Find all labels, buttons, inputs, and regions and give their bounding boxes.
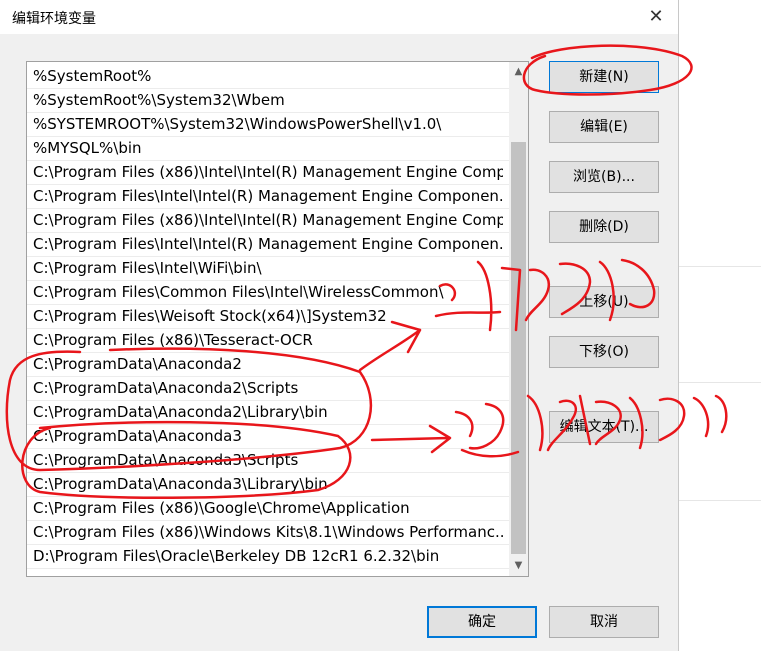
move-up-button[interactable]: 上移(U) [549, 286, 659, 318]
path-listbox[interactable]: %SystemRoot% %SystemRoot%\System32\Wbem %S… [26, 61, 529, 577]
list-item[interactable]: C:\ProgramData\Anaconda3 [33, 424, 503, 448]
list-item[interactable]: C:\ProgramData\Anaconda2\Scripts [33, 376, 503, 400]
background-strip [679, 0, 761, 651]
scroll-down-arrow-icon[interactable]: ▼ [509, 556, 528, 576]
edit-text-button[interactable]: 编辑文本(T)... [549, 411, 659, 443]
list-item[interactable]: C:\Program Files (x86)\Intel\Intel(R) Ma… [33, 208, 503, 232]
background-line [679, 266, 761, 267]
list-item[interactable]: C:\Program Files\Intel\WiFi\bin\ [33, 256, 503, 280]
list-item[interactable]: %SystemRoot%\System32\Wbem [33, 88, 503, 112]
list-item[interactable]: %SYSTEMROOT%\System32\WindowsPowerShell\… [33, 112, 503, 136]
close-icon[interactable]: ✕ [642, 4, 670, 30]
list-item[interactable]: C:\ProgramData\Anaconda3\Scripts [33, 448, 503, 472]
list-item[interactable]: C:\Program Files (x86)\Tesseract-OCR [33, 328, 503, 352]
cancel-button[interactable]: 取消 [549, 606, 659, 638]
list-item[interactable]: C:\ProgramData\Anaconda2\Library\bin [33, 400, 503, 424]
scroll-up-arrow-icon[interactable]: ▲ [509, 62, 528, 82]
browse-button[interactable]: 浏览(B)... [549, 161, 659, 193]
title-bar: 编辑环境变量 ✕ [0, 0, 678, 34]
background-line [679, 382, 761, 383]
list-item[interactable]: C:\Program Files\Intel\Intel(R) Manageme… [33, 232, 503, 256]
list-item[interactable]: C:\Program Files (x86)\Intel\Intel(R) Ma… [33, 160, 503, 184]
list-item[interactable]: C:\ProgramData\Anaconda2 [33, 352, 503, 376]
list-item[interactable]: C:\Program Files\Weisoft Stock(x64)\]Sys… [33, 304, 503, 328]
list-item[interactable]: D:\Program Files\Oracle\Berkeley DB 12cR… [33, 544, 503, 568]
edit-button[interactable]: 编辑(E) [549, 111, 659, 143]
scrollbar-thumb[interactable] [511, 142, 526, 554]
list-item[interactable]: %SystemRoot% [33, 64, 503, 88]
ok-button[interactable]: 确定 [427, 606, 537, 638]
list-item[interactable]: C:\Program Files\Common Files\Intel\Wire… [33, 280, 503, 304]
list-item[interactable]: C:\Program Files (x86)\Windows Kits\8.1\… [33, 520, 503, 544]
edit-env-variable-dialog: 编辑环境变量 ✕ %SystemRoot% %SystemRoot%\System… [0, 0, 679, 651]
background-line [679, 500, 761, 501]
list-item-separator [27, 568, 509, 569]
list-item[interactable]: C:\Program Files\Intel\Intel(R) Manageme… [33, 184, 503, 208]
list-item[interactable]: C:\Program Files (x86)\Google\Chrome\App… [33, 496, 503, 520]
new-button[interactable]: 新建(N) [549, 61, 659, 93]
list-item[interactable]: %MYSQL%\bin [33, 136, 503, 160]
dialog-title: 编辑环境变量 [12, 11, 96, 27]
list-item[interactable]: C:\ProgramData\Anaconda3\Library\bin [33, 472, 503, 496]
delete-button[interactable]: 删除(D) [549, 211, 659, 243]
vertical-scrollbar[interactable]: ▲ ▼ [509, 62, 528, 576]
move-down-button[interactable]: 下移(O) [549, 336, 659, 368]
